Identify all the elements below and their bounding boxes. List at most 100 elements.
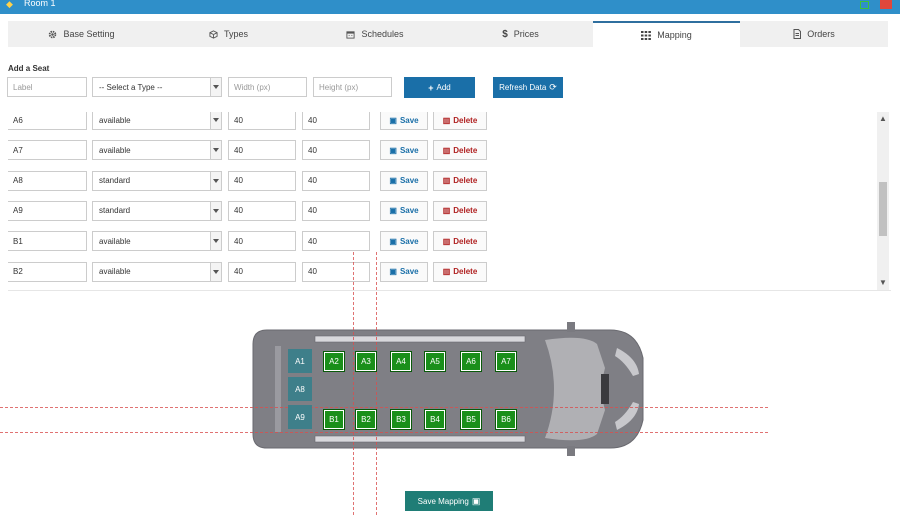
seat-type-select[interactable]: -- Select a Type -- [92,77,222,97]
chevron-down-icon [210,78,221,96]
delete-label: Delete [453,176,478,186]
row-save-button[interactable]: ▣ Save [380,140,428,161]
seat-standard[interactable]: A1 [288,349,312,373]
scrollbar-thumb[interactable] [879,182,887,236]
row-width-input[interactable]: 40 [228,231,296,252]
seat-list[interactable]: A6 available 40 40 ▣ Save ▥ Delete A7 available 40… [8,112,891,291]
row-delete-button[interactable]: ▥ Delete [433,112,487,130]
delete-label: Delete [453,236,478,246]
row-delete-button[interactable]: ▥ Delete [433,170,487,191]
row-height-input[interactable]: 40 [302,200,370,221]
seat-available[interactable]: A6 [460,351,482,372]
row-save-button[interactable]: ▣ Save [380,170,428,191]
row-type-select[interactable]: available [92,261,222,282]
row-save-button[interactable]: ▣ Save [380,261,428,282]
trash-icon: ▥ [442,176,451,186]
row-type-select[interactable]: standard [92,170,222,191]
seat-row: B2 available 40 40 ▣ Save ▥ Delete [8,261,878,284]
seat-height-input[interactable]: Height (px) [313,77,392,97]
scroll-up-icon[interactable]: ▲ [877,113,889,125]
seat-available[interactable]: A7 [495,351,517,372]
tab-orders[interactable]: Orders [740,21,888,47]
row-label-input[interactable]: A6 [8,112,87,130]
seat-width-input[interactable]: Width (px) [228,77,307,97]
row-save-button[interactable]: ▣ Save [380,231,428,252]
grid-icon [641,30,652,40]
tab-prices[interactable]: $ Prices [448,21,593,47]
row-width-input[interactable]: 40 [228,140,296,161]
delete-label: Delete [453,145,478,155]
row-label-input[interactable]: A9 [8,200,87,221]
save-mapping-button[interactable]: Save Mapping ▣ [405,491,493,511]
trash-icon: ▥ [442,206,451,216]
tab-base-setting[interactable]: Base Setting [8,21,155,47]
seat-list-scrollbar[interactable]: ▲ ▼ [877,112,889,290]
alignment-guide-horizontal [0,432,768,433]
row-label-input[interactable]: B1 [8,231,87,252]
row-height-input[interactable]: 40 [302,261,370,282]
row-save-button[interactable]: ▣ Save [380,112,428,130]
seat-standard[interactable]: A9 [288,405,312,429]
row-label-input[interactable]: A8 [8,170,87,191]
tab-label: Orders [807,29,835,39]
tab-types[interactable]: Types [155,21,302,47]
close-icon[interactable] [880,0,892,9]
refresh-icon: ⟳ [549,82,557,92]
row-delete-button[interactable]: ▥ Delete [433,140,487,161]
row-delete-button[interactable]: ▥ Delete [433,231,487,252]
floppy-icon: ▣ [389,206,397,216]
row-label-input[interactable]: A7 [8,140,87,161]
tab-schedules[interactable]: Schedules [302,21,448,47]
seat-available[interactable]: B6 [495,409,517,430]
row-width-input[interactable]: 40 [228,261,296,282]
row-label-input[interactable]: B2 [8,261,87,282]
seat-available[interactable]: B5 [460,409,482,430]
tab-label: Mapping [657,30,692,40]
seat-available[interactable]: A3 [355,351,377,372]
row-width-input[interactable]: 40 [228,112,296,130]
row-type-value: available [99,236,131,246]
seat-available[interactable]: B2 [355,409,377,430]
seat-available[interactable]: B3 [390,409,412,430]
row-type-select[interactable]: available [92,140,222,161]
seat-row: A6 available 40 40 ▣ Save ▥ Delete [8,112,878,132]
seat-standard[interactable]: A8 [288,377,312,401]
refresh-data-button[interactable]: Refresh Data ⟳ [493,77,563,98]
row-height-input[interactable]: 40 [302,231,370,252]
seat-available[interactable]: B4 [424,409,446,430]
save-label: Save [399,206,419,216]
scroll-down-icon[interactable]: ▼ [877,277,889,289]
row-type-value: available [99,267,131,276]
refresh-button-label: Refresh Data [499,83,547,92]
trash-icon: ▥ [442,267,451,276]
seat-label-input[interactable]: Label [7,77,87,97]
row-height-input[interactable]: 40 [302,170,370,191]
maximize-icon[interactable] [860,1,869,9]
row-delete-button[interactable]: ▥ Delete [433,200,487,221]
calendar-icon [346,30,356,39]
row-height-input[interactable]: 40 [302,112,370,130]
seat-available[interactable]: A2 [323,351,345,372]
row-height-input[interactable]: 40 [302,140,370,161]
alignment-guide-vertical [353,252,354,515]
row-type-select[interactable]: available [92,112,222,130]
tab-mapping[interactable]: Mapping [593,21,740,47]
window-title: Room 1 [24,0,56,8]
gear-icon [49,30,57,38]
plus-icon: + [428,82,434,93]
row-type-value: standard [99,206,131,216]
seat-available[interactable]: A5 [424,351,446,372]
row-delete-button[interactable]: ▥ Delete [433,261,487,282]
add-button-label: Add [436,83,451,92]
seat-available[interactable]: A4 [390,351,412,372]
row-width-input[interactable]: 40 [228,170,296,191]
add-seat-button[interactable]: + Add [404,77,475,98]
chevron-down-icon [210,232,221,251]
row-type-select[interactable]: standard [92,200,222,221]
seat-available[interactable]: B1 [323,409,345,430]
chevron-down-icon [210,201,221,220]
row-save-button[interactable]: ▣ Save [380,200,428,221]
row-type-select[interactable]: available [92,231,222,252]
dollar-icon: $ [502,28,508,40]
row-width-input[interactable]: 40 [228,200,296,221]
